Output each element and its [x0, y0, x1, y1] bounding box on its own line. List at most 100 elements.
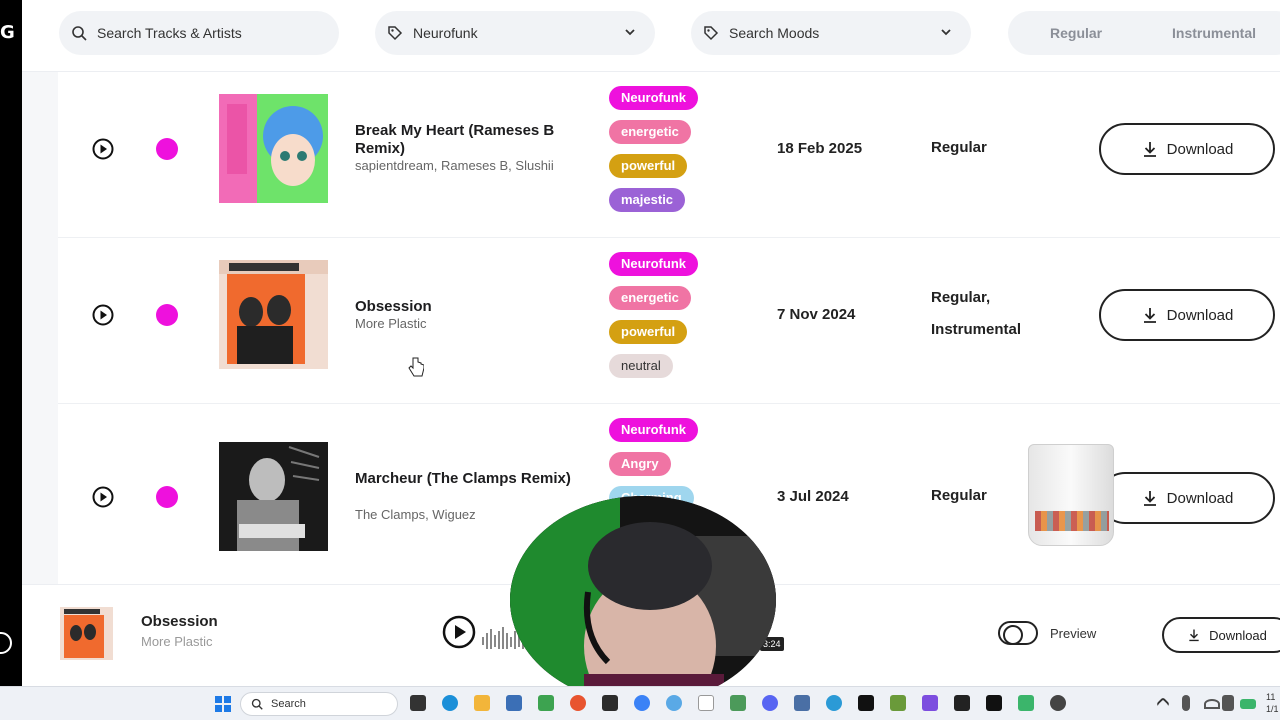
album-art: [219, 94, 328, 203]
favorite-dot[interactable]: [156, 486, 178, 508]
app-icon[interactable]: [634, 695, 650, 711]
release-date: 7 Nov 2024: [777, 306, 856, 323]
mood-tag[interactable]: Angry: [609, 452, 671, 476]
app-icon[interactable]: [1018, 695, 1034, 711]
version-label: Instrumental: [931, 321, 1022, 338]
volume-icon[interactable]: [1222, 695, 1234, 711]
windows-start-icon[interactable]: [214, 695, 232, 713]
player-album-art: [60, 607, 113, 660]
toggle-switch[interactable]: [998, 621, 1038, 645]
chevron-down-icon: [941, 29, 951, 36]
player-download-button[interactable]: Download: [1162, 617, 1280, 653]
app-icon[interactable]: [890, 695, 906, 711]
user-circle-icon[interactable]: [0, 632, 12, 654]
app-icon[interactable]: [826, 695, 842, 711]
player-track-title: Obsession: [141, 613, 218, 630]
player-track-artist: More Plastic: [141, 634, 213, 649]
download-icon: [1143, 491, 1156, 506]
taskbar-clock[interactable]: 11 1/1: [1266, 691, 1279, 715]
track-title[interactable]: Break My Heart (Rameses B Remix): [355, 122, 595, 158]
app-icon[interactable]: [698, 695, 714, 711]
release-date: 18 Feb 2025: [777, 140, 863, 157]
taskbar-search[interactable]: Search: [240, 692, 398, 716]
os-taskbar: Search 11 1/1: [0, 686, 1280, 720]
mood-tag[interactable]: powerful: [609, 320, 688, 344]
track-artist[interactable]: sapientdream, Rameses B, Slushii: [355, 158, 595, 173]
microphone-icon[interactable]: [1182, 695, 1190, 711]
wifi-icon[interactable]: [1204, 699, 1220, 709]
play-icon[interactable]: [92, 138, 114, 160]
download-icon: [1189, 629, 1199, 642]
version-label: Regular: [931, 487, 987, 504]
app-icon[interactable]: [602, 695, 618, 711]
hand-cursor-icon: [408, 357, 424, 377]
player-download-label: Download: [1209, 627, 1267, 643]
app-icon[interactable]: [730, 695, 746, 711]
mood-tag[interactable]: Neurofunk: [609, 418, 698, 442]
version-label: Regular,: [931, 289, 991, 306]
album-art: [219, 260, 328, 369]
browser-icon[interactable]: [570, 695, 586, 711]
favorite-dot[interactable]: [156, 138, 178, 160]
clock-date: 1/1: [1266, 704, 1279, 714]
spreadsheet-icon[interactable]: [538, 695, 554, 711]
track-title[interactable]: Obsession: [355, 298, 595, 316]
track-search-input[interactable]: Search Tracks & Artists: [59, 11, 339, 55]
mood-tag[interactable]: neutral: [609, 354, 673, 378]
app-icon[interactable]: [794, 695, 810, 711]
app-icon[interactable]: [954, 695, 970, 711]
download-label: Download: [1166, 489, 1234, 507]
discord-icon[interactable]: [762, 695, 778, 711]
app-icon[interactable]: [858, 695, 874, 711]
album-art: [219, 442, 328, 551]
download-label: Download: [1166, 140, 1234, 158]
favorite-dot[interactable]: [156, 304, 178, 326]
calculator-icon[interactable]: [506, 695, 522, 711]
moods-select[interactable]: Search Moods: [691, 11, 971, 55]
tag-icon: [704, 26, 719, 41]
taskbar-search-placeholder: Search: [271, 698, 306, 710]
genre-select[interactable]: Neurofunk: [375, 11, 655, 55]
play-icon[interactable]: [92, 304, 114, 326]
mood-tag[interactable]: powerful: [609, 154, 688, 178]
track-artist[interactable]: More Plastic: [355, 316, 595, 331]
mood-tag[interactable]: energetic: [609, 120, 691, 144]
mood-tag[interactable]: Neurofunk: [609, 86, 698, 110]
version-option-instrumental[interactable]: Instrumental: [1172, 25, 1256, 41]
app-icon[interactable]: [666, 695, 682, 711]
chevron-down-icon: [625, 29, 635, 36]
left-sidebar: G: [0, 0, 22, 686]
play-icon[interactable]: [442, 615, 476, 649]
mood-tag[interactable]: majestic: [609, 188, 686, 212]
moods-placeholder: Search Moods: [729, 25, 820, 41]
track-row: Break My Heart (Rameses B Remix) sapient…: [58, 72, 1280, 238]
version-toggle: Regular Instrumental: [1008, 11, 1280, 55]
preview-toggle[interactable]: Preview: [998, 621, 1096, 645]
search-icon: [72, 26, 87, 41]
chevron-up-icon[interactable]: [1155, 696, 1171, 712]
task-view-icon[interactable]: [410, 695, 426, 711]
app-icon[interactable]: [922, 695, 938, 711]
mood-tag[interactable]: Neurofunk: [609, 252, 698, 276]
play-icon[interactable]: [92, 486, 114, 508]
download-icon: [1143, 142, 1156, 157]
version-label: Regular: [931, 139, 987, 156]
file-explorer-icon[interactable]: [474, 695, 490, 711]
release-date: 3 Jul 2024: [777, 488, 849, 505]
version-option-regular[interactable]: Regular: [1050, 25, 1102, 41]
webcam-overlay: [510, 496, 776, 704]
download-label: Download: [1166, 306, 1234, 324]
search-icon: [251, 698, 263, 710]
mood-tag[interactable]: energetic: [609, 286, 691, 310]
tag-icon: [388, 26, 403, 41]
genre-selected-value: Neurofunk: [413, 25, 478, 41]
download-button[interactable]: Download: [1099, 472, 1275, 524]
app-icon[interactable]: [1050, 695, 1066, 711]
track-row: Obsession More Plastic Neurofunk energet…: [58, 238, 1280, 404]
download-button[interactable]: Download: [1099, 289, 1275, 341]
download-button[interactable]: Download: [1099, 123, 1275, 175]
search-placeholder: Search Tracks & Artists: [97, 25, 242, 41]
track-title[interactable]: Marcheur (The Clamps Remix): [355, 470, 595, 488]
app-icon[interactable]: [986, 695, 1002, 711]
edge-browser-icon[interactable]: [442, 695, 458, 711]
